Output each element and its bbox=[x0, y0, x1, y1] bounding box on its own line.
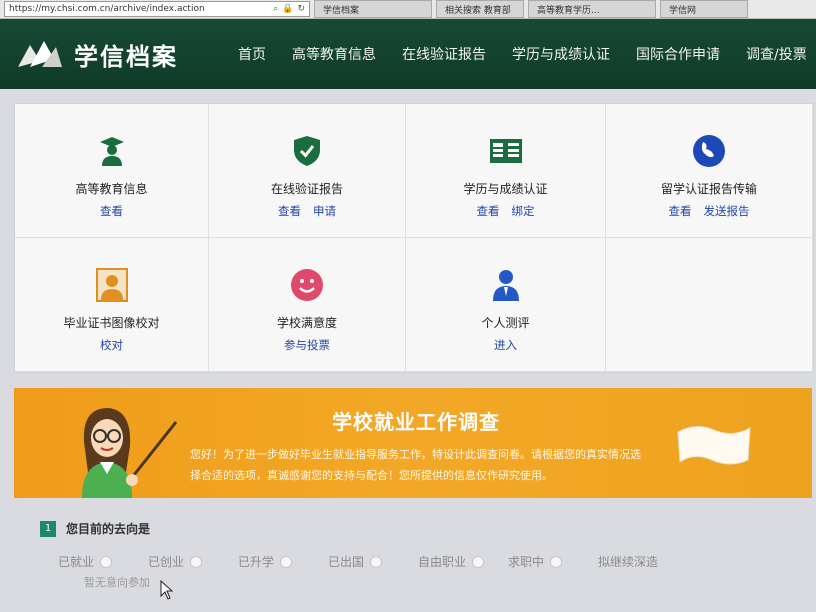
option-job-seeking[interactable]: 求职中 bbox=[508, 553, 598, 570]
service-title: 留学认证报告传输 bbox=[660, 182, 757, 196]
answer-options: 已就业 已创业 已升学 已出国 自由职业 求职中 拟继续深造 bbox=[58, 553, 758, 570]
vote-link[interactable]: 参与投票 bbox=[284, 337, 330, 353]
check-link[interactable]: 校对 bbox=[100, 337, 123, 353]
view-link[interactable]: 查看 bbox=[278, 203, 301, 219]
smiley-icon bbox=[290, 268, 324, 302]
book-logo-icon bbox=[18, 41, 62, 67]
tab-label: 学信网 bbox=[669, 5, 697, 16]
site-header: 学信档案 首页 高等教育信息 在线验证报告 学历与成绩认证 国际合作申请 调查/… bbox=[0, 19, 816, 89]
send-report-link[interactable]: 发送报告 bbox=[704, 203, 750, 219]
radio-button[interactable] bbox=[190, 555, 203, 568]
nav-survey[interactable]: 调查/投票 bbox=[746, 44, 807, 64]
nav-online-verification[interactable]: 在线验证报告 bbox=[402, 44, 486, 64]
survey-banner: 学校就业工作调查 您好！为了进一步做好毕业生就业指导服务工作，特设计此调查问卷。… bbox=[14, 388, 812, 498]
question-text: 您目前的去向是 bbox=[66, 522, 151, 536]
browser-tab[interactable]: 相关搜索 教育部 bbox=[436, 0, 524, 18]
banner-text: 您好！为了进一步做好毕业生就业指导服务工作，特设计此调查问卷。请根据您的真实情况… bbox=[190, 448, 641, 482]
browser-tab[interactable]: 高等教育学历... bbox=[528, 0, 656, 18]
globe-icon bbox=[692, 134, 726, 168]
radio-button[interactable] bbox=[280, 555, 293, 568]
shield-check-icon bbox=[290, 134, 324, 168]
refresh-icon[interactable]: ↻ bbox=[297, 4, 305, 14]
service-online-verification: 在线验证报告 查看 申请 bbox=[209, 104, 406, 238]
nav-international[interactable]: 国际合作申请 bbox=[636, 44, 720, 64]
nav-degree-certification[interactable]: 学历与成绩认证 bbox=[512, 44, 610, 64]
option-label: 已就业 bbox=[58, 555, 95, 569]
option-label: 拟继续深造 bbox=[598, 555, 659, 569]
radio-button[interactable] bbox=[370, 555, 383, 568]
option-label: 已创业 bbox=[148, 555, 185, 569]
nav-home[interactable]: 首页 bbox=[238, 44, 266, 64]
option-freelance[interactable]: 自由职业 bbox=[418, 553, 508, 570]
banner-title: 学校就业工作调查 bbox=[332, 410, 500, 434]
service-personal-assessment: 个人测评 进入 bbox=[406, 238, 606, 372]
service-degree-certification: 学历与成绩认证 查看 绑定 bbox=[406, 104, 606, 238]
option-startup[interactable]: 已创业 bbox=[148, 553, 238, 570]
mouse-cursor-icon bbox=[160, 580, 174, 600]
services-panel: 高等教育信息 查看 在线验证报告 查看 申请 学历与成绩认证 查看 绑定 留学认… bbox=[14, 103, 814, 373]
browser-tab[interactable]: 学信档案 bbox=[314, 0, 432, 18]
paper-illustration bbox=[677, 426, 751, 465]
service-title: 学校满意度 bbox=[276, 316, 337, 330]
option-abroad[interactable]: 已出国 bbox=[328, 553, 418, 570]
option-further-study[interactable]: 已升学 bbox=[238, 553, 328, 570]
sub-option[interactable]: 暂无意向参加 bbox=[84, 574, 150, 590]
bind-link[interactable]: 绑定 bbox=[512, 203, 535, 219]
service-title: 毕业证书图像校对 bbox=[63, 316, 160, 330]
service-title: 学历与成绩认证 bbox=[463, 182, 548, 196]
book-icon bbox=[489, 134, 523, 168]
apply-link[interactable]: 申请 bbox=[313, 203, 336, 219]
service-higher-education: 高等教育信息 查看 bbox=[15, 104, 209, 238]
browser-toolbar: https://my.chsi.com.cn/archive/index.act… bbox=[0, 0, 816, 19]
service-study-abroad-report: 留学认证报告传输 查看 发送报告 bbox=[606, 104, 813, 238]
radio-button[interactable] bbox=[100, 555, 113, 568]
service-school-satisfaction: 学校满意度 参与投票 bbox=[209, 238, 406, 372]
service-title: 高等教育信息 bbox=[75, 182, 148, 196]
browser-tab[interactable]: 学信网 bbox=[660, 0, 748, 18]
address-bar-icons: ⌕ 🔒 ↻ bbox=[273, 4, 309, 14]
view-link[interactable]: 查看 bbox=[669, 203, 692, 219]
search-icon[interactable]: ⌕ bbox=[273, 4, 278, 14]
service-title: 在线验证报告 bbox=[270, 182, 343, 196]
question-number: 1 bbox=[40, 520, 56, 537]
graduate-icon bbox=[95, 134, 129, 168]
tab-label: 相关搜索 教育部 bbox=[445, 5, 511, 16]
option-employed[interactable]: 已就业 bbox=[58, 553, 148, 570]
main-nav: 首页 高等教育信息 在线验证报告 学历与成绩认证 国际合作申请 调查/投票 bbox=[238, 44, 807, 64]
radio-button[interactable] bbox=[472, 555, 485, 568]
teacher-illustration bbox=[82, 408, 178, 498]
logo[interactable]: 学信档案 bbox=[16, 37, 178, 72]
empty-cell bbox=[606, 238, 813, 372]
option-label: 求职中 bbox=[508, 555, 545, 569]
view-link[interactable]: 查看 bbox=[100, 203, 123, 219]
url-text: https://my.chsi.com.cn/archive/index.act… bbox=[9, 4, 205, 14]
service-certificate-check: 毕业证书图像校对 校对 bbox=[15, 238, 209, 372]
logo-text: 学信档案 bbox=[74, 42, 178, 71]
option-label: 自由职业 bbox=[418, 555, 467, 569]
enter-link[interactable]: 进入 bbox=[494, 337, 517, 353]
option-label: 已出国 bbox=[328, 555, 365, 569]
view-link[interactable]: 查看 bbox=[477, 203, 500, 219]
address-bar[interactable]: https://my.chsi.com.cn/archive/index.act… bbox=[4, 1, 310, 17]
radio-button[interactable] bbox=[550, 555, 563, 568]
option-continue-study[interactable]: 拟继续深造 bbox=[598, 553, 688, 570]
option-label: 已升学 bbox=[238, 555, 275, 569]
nav-higher-education[interactable]: 高等教育信息 bbox=[292, 44, 376, 64]
service-title: 个人测评 bbox=[481, 316, 530, 330]
survey-question: 1 您目前的去向是 bbox=[40, 520, 150, 537]
tab-label: 学信档案 bbox=[323, 5, 360, 16]
lock-icon: 🔒 bbox=[282, 4, 294, 14]
portrait-icon bbox=[95, 268, 129, 302]
person-icon bbox=[489, 268, 523, 302]
tab-label: 高等教育学历... bbox=[537, 5, 600, 16]
